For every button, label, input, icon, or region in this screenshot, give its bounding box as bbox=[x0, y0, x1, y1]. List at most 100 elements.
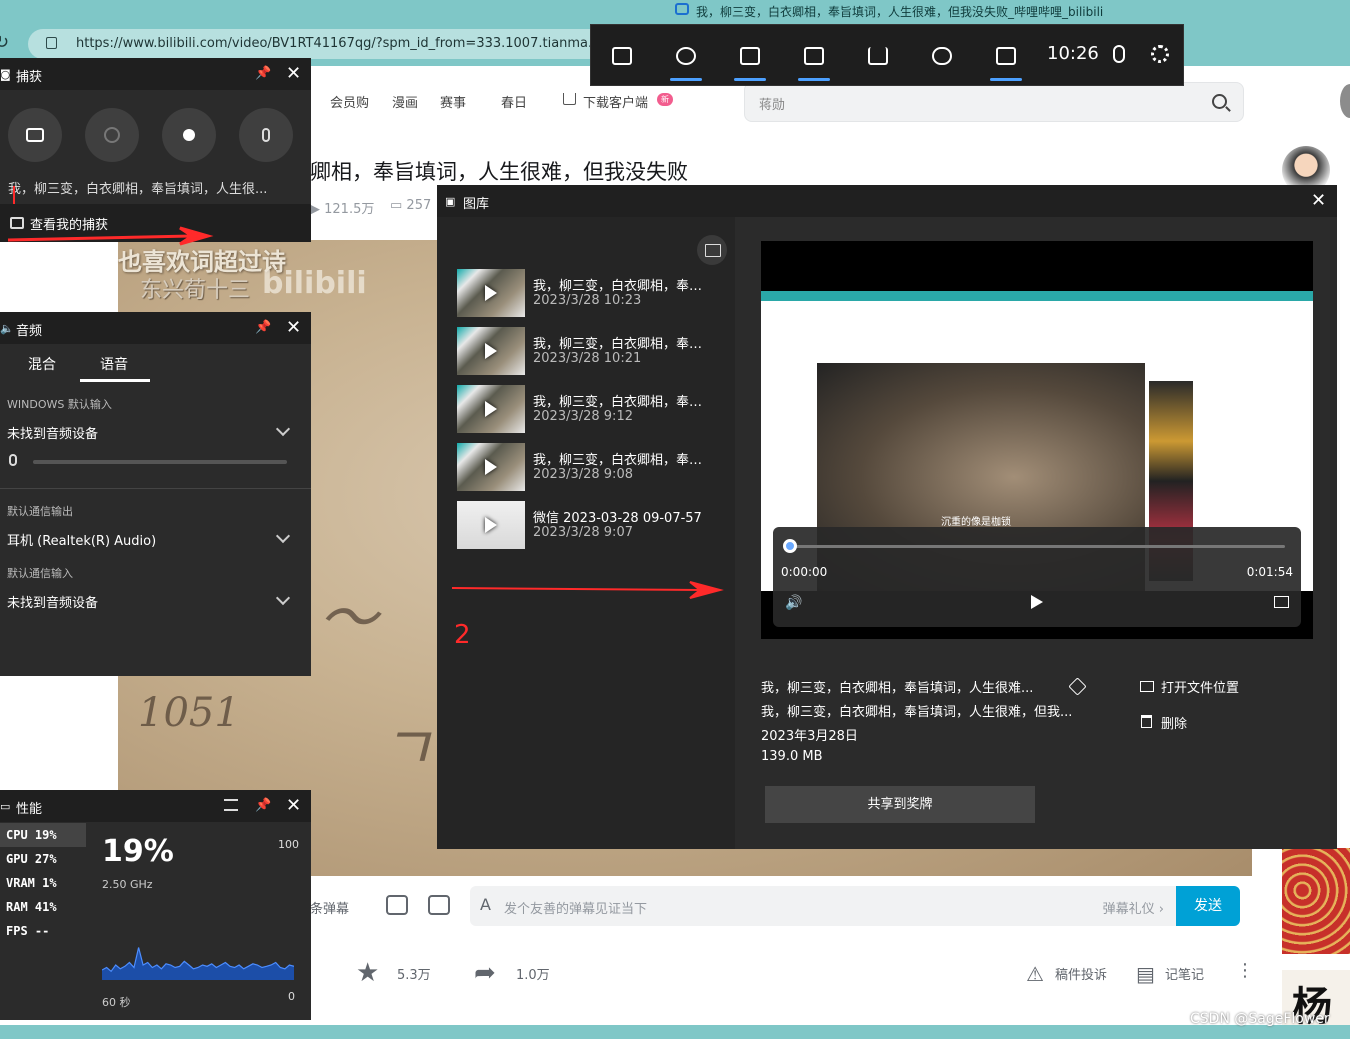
nav-link-manga[interactable]: 漫画 bbox=[392, 92, 418, 111]
volume-icon[interactable]: 🔊 bbox=[785, 595, 802, 611]
nav-link-esports[interactable]: 赛事 bbox=[440, 92, 466, 111]
chevron-down-icon[interactable] bbox=[275, 590, 291, 606]
record-last-30s-button[interactable] bbox=[85, 108, 139, 162]
capture-widget-header[interactable]: ◙ 捕获 📌 ✕ bbox=[0, 58, 311, 90]
recommend-thumbnail[interactable] bbox=[1282, 848, 1350, 954]
comm-input-select[interactable]: 未找到音频设备 bbox=[7, 592, 98, 611]
screenshot-button[interactable] bbox=[8, 108, 62, 162]
recent-capture-name[interactable]: 我，柳三变，白衣卿相，奉旨填词，人生很... bbox=[8, 178, 298, 197]
close-icon[interactable]: ✕ bbox=[1311, 190, 1326, 211]
social-widget-button[interactable] bbox=[911, 25, 973, 87]
gallery-item[interactable]: 我，柳三变，白衣卿相，奉旨填词，人生很难，但我没失败2023/3/28 9:08 bbox=[457, 443, 727, 493]
open-folder-icon[interactable] bbox=[697, 235, 727, 265]
note-link[interactable]: 记笔记 bbox=[1165, 964, 1204, 983]
resources-widget-button[interactable] bbox=[847, 25, 909, 87]
lock-icon[interactable] bbox=[46, 37, 57, 49]
more-options-icon[interactable]: ⋮ bbox=[1236, 960, 1254, 981]
gallery-widget-button[interactable] bbox=[975, 25, 1037, 87]
search-input[interactable]: 蒋勋 bbox=[759, 94, 785, 113]
gallery-item[interactable]: 我，柳三变，白衣卿相，奉旨填词，人生很难，但我没失败2023/3/28 10:2… bbox=[457, 269, 727, 319]
perf-row-label: GPU bbox=[6, 852, 28, 866]
danmaku-etiquette-link[interactable]: 弹幕礼仪 › bbox=[1103, 898, 1164, 917]
show-all-captures[interactable]: 查看我的捕获 bbox=[0, 204, 311, 242]
input-volume-slider[interactable] bbox=[33, 460, 287, 464]
audio-widget-button[interactable] bbox=[655, 25, 717, 87]
capture-widget-button[interactable] bbox=[719, 25, 781, 87]
gallery-preview[interactable]: 沉重的像是枷锁 0:00:00 0:01:54 🔊 bbox=[761, 241, 1313, 639]
delete-button[interactable]: 删除 bbox=[1161, 713, 1187, 732]
gallery-thumbnail[interactable] bbox=[457, 385, 525, 433]
perf-row-gpu[interactable]: GPU 27% bbox=[0, 847, 86, 871]
perf-row-cpu[interactable]: CPU 19% bbox=[0, 823, 86, 847]
nav-link-vip-shop[interactable]: 会员购 bbox=[330, 92, 369, 111]
gallery-widget-header[interactable]: ▣ 图库 ✕ bbox=[437, 185, 1337, 217]
seek-knob[interactable] bbox=[783, 539, 797, 553]
danmaku-placeholder[interactable]: 发个友善的弹幕见证当下 bbox=[504, 898, 647, 917]
perf-row-value: 19% bbox=[34, 828, 57, 842]
start-recording-button[interactable] bbox=[162, 108, 216, 162]
search-icon[interactable] bbox=[1212, 94, 1227, 109]
user-avatar-edge[interactable] bbox=[1340, 84, 1350, 118]
perf-row-vram[interactable]: VRAM 1% bbox=[0, 871, 86, 895]
send-button[interactable]: 发送 bbox=[1176, 886, 1240, 926]
text-style-icon[interactable]: A bbox=[480, 895, 491, 914]
share-button[interactable]: 共享到奖牌 bbox=[765, 786, 1035, 823]
favorite-star-icon[interactable]: ★ bbox=[356, 958, 379, 988]
danmaku-bar: 条弹幕 A 发个友善的弹幕见证当下 弹幕礼仪 › 发送 bbox=[310, 884, 1250, 928]
gallery-item[interactable]: 微信 2023-03-28 09-07-57 2023/3/28 9:07 bbox=[457, 501, 727, 551]
audio-widget-header[interactable]: 🔈 音频 📌 ✕ bbox=[0, 312, 311, 344]
report-warning-icon[interactable]: ⚠ bbox=[1026, 962, 1044, 986]
gallery-thumbnail[interactable] bbox=[457, 269, 525, 317]
pin-icon[interactable]: 📌 bbox=[255, 798, 271, 813]
mouse-icon[interactable] bbox=[1113, 45, 1125, 63]
url-field[interactable]: https://www.bilibili.com/video/BV1RT4116… bbox=[28, 29, 628, 59]
gallery-thumbnail[interactable] bbox=[457, 443, 525, 491]
nav-link-download-client[interactable]: 下载客户端 bbox=[583, 92, 648, 111]
perf-row-ram[interactable]: RAM 41% bbox=[0, 895, 86, 919]
play-icon[interactable] bbox=[1031, 595, 1043, 609]
seek-bar[interactable] bbox=[789, 545, 1285, 548]
perf-row-fps[interactable]: FPS -- bbox=[0, 919, 86, 943]
bilibili-tv-icon bbox=[675, 3, 689, 15]
danmaku-settings-icon[interactable] bbox=[428, 895, 450, 915]
close-icon[interactable]: ✕ bbox=[286, 63, 301, 84]
folder-icon[interactable] bbox=[1140, 681, 1154, 692]
tab-mix[interactable]: 混合 bbox=[28, 354, 56, 374]
comm-output-select[interactable]: 耳机 (Realtek(R) Audio) bbox=[7, 530, 156, 549]
gear-icon[interactable] bbox=[1151, 45, 1169, 63]
open-file-location-button[interactable]: 打开文件位置 bbox=[1161, 677, 1239, 696]
search-box[interactable]: 蒋勋 bbox=[744, 82, 1244, 122]
performance-widget-button[interactable] bbox=[783, 25, 845, 87]
danmaku-toggle-icon[interactable] bbox=[386, 895, 408, 915]
gallery-item[interactable]: 我，柳三变，白衣卿相，奉旨填词，人生很难，但我没失败2023/3/28 10:2… bbox=[457, 327, 727, 377]
close-icon[interactable]: ✕ bbox=[286, 795, 301, 816]
chevron-down-icon[interactable] bbox=[275, 421, 291, 437]
share-count[interactable]: 1.0万 bbox=[516, 964, 550, 983]
settings-sliders-icon[interactable] bbox=[224, 799, 238, 811]
danmaku-input[interactable]: A 发个友善的弹幕见证当下 弹幕礼仪 › 发送 bbox=[470, 886, 1240, 926]
report-link[interactable]: 稿件投诉 bbox=[1055, 964, 1107, 983]
chevron-down-icon[interactable] bbox=[275, 528, 291, 544]
gallery-thumbnail[interactable] bbox=[457, 327, 525, 375]
widget-menu-button[interactable] bbox=[591, 25, 653, 87]
url-text[interactable]: https://www.bilibili.com/video/BV1RT4116… bbox=[76, 36, 613, 51]
download-icon[interactable] bbox=[563, 93, 576, 105]
note-icon[interactable]: ▤ bbox=[1136, 962, 1155, 986]
pin-icon[interactable]: 📌 bbox=[255, 320, 271, 335]
nav-link-spring[interactable]: 春日 bbox=[501, 92, 527, 111]
browser-tab-title[interactable]: 我，柳三变，白衣卿相，奉旨填词，人生很难，但我没失败_哔哩哔哩_bilibili bbox=[696, 3, 1103, 20]
close-icon[interactable]: ✕ bbox=[286, 317, 301, 338]
gallery-item[interactable]: 我，柳三变，白衣卿相，奉旨填词，人生很难，但我没失败2023/3/28 9:12 bbox=[457, 385, 727, 435]
gallery-thumbnail[interactable] bbox=[457, 501, 525, 549]
favorite-count[interactable]: 5.3万 bbox=[397, 964, 431, 983]
share-arrow-icon[interactable]: ➦ bbox=[474, 958, 496, 988]
tab-voice[interactable]: 语音 bbox=[100, 354, 128, 374]
fullscreen-icon[interactable] bbox=[1274, 596, 1289, 608]
edit-pencil-icon[interactable] bbox=[1068, 677, 1087, 696]
windows-input-select[interactable]: 未找到音频设备 bbox=[7, 423, 98, 442]
trash-icon[interactable] bbox=[1141, 715, 1152, 728]
performance-widget-header[interactable]: ▭ 性能 📌 ✕ bbox=[0, 790, 311, 822]
mic-toggle-button[interactable] bbox=[239, 108, 293, 162]
pin-icon[interactable]: 📌 bbox=[255, 66, 271, 81]
reload-icon[interactable]: ↻ bbox=[0, 32, 9, 53]
